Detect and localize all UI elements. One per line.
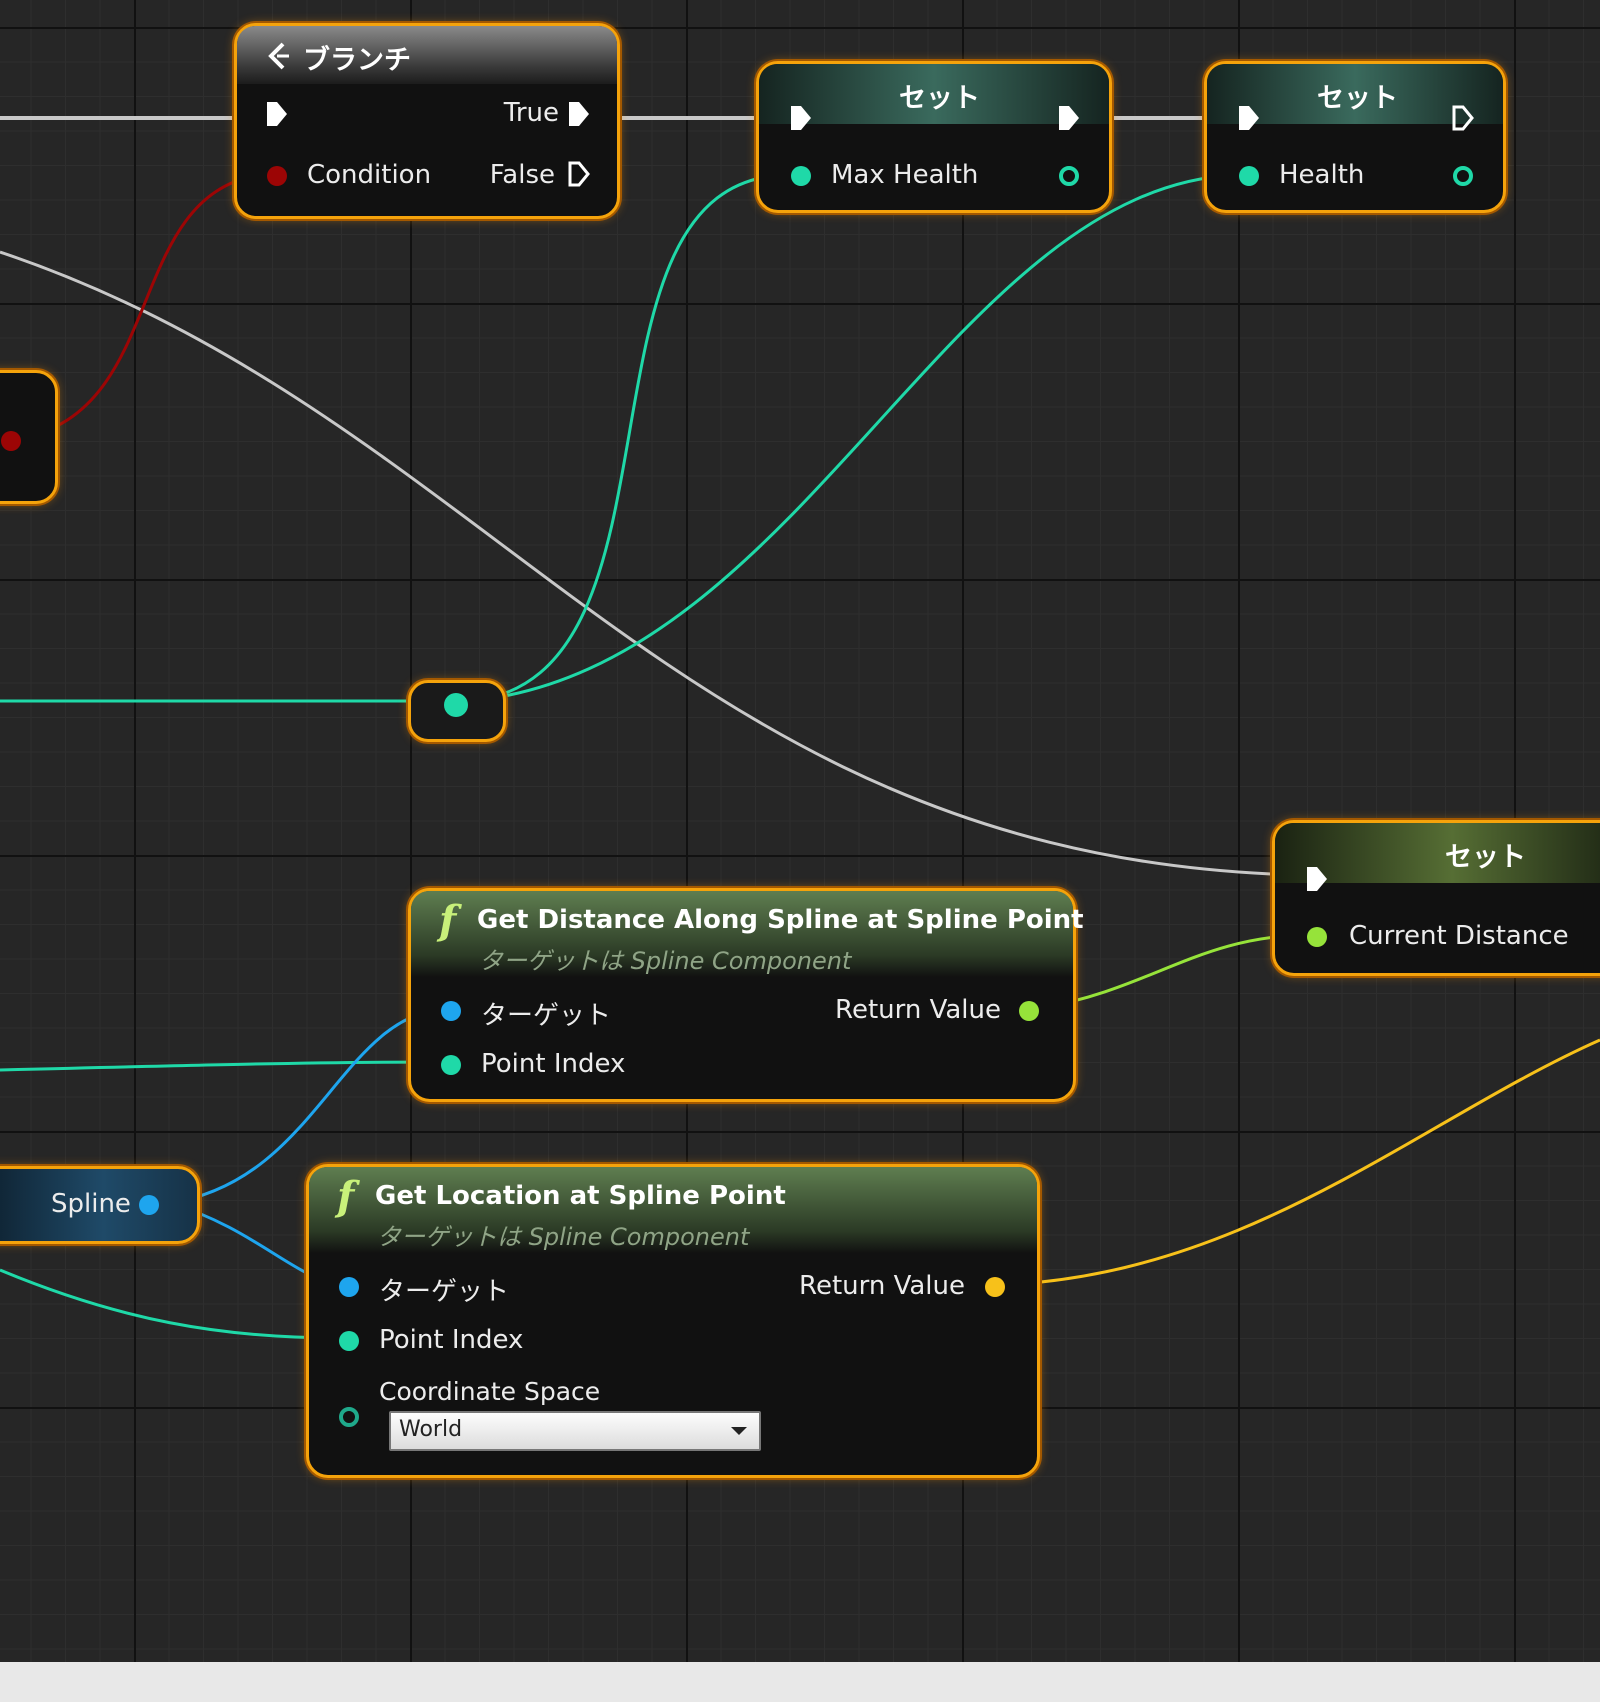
set-max-health-node[interactable]: セット Max Health — [756, 61, 1112, 213]
spline-label: Spline — [51, 1189, 131, 1219]
true-label: True — [503, 98, 559, 128]
false-exec-out-pin[interactable] — [567, 160, 591, 188]
branch-node[interactable]: ブランチ True Condition False — [234, 23, 620, 219]
spline-output-pin[interactable] — [139, 1195, 159, 1215]
function-icon: f — [439, 897, 457, 944]
spline-variable-node[interactable]: Spline — [0, 1166, 200, 1244]
current-distance-input-pin[interactable] — [1307, 927, 1327, 947]
reroute-node[interactable] — [408, 680, 506, 742]
set-health-node[interactable]: セット Health — [1204, 61, 1506, 213]
health-input-pin[interactable] — [1239, 166, 1259, 186]
set-current-distance-title: セット — [1445, 842, 1526, 873]
get-distance-title: Get Distance Along Spline at Spline Poin… — [477, 905, 1084, 935]
set-max-health-title: セット — [899, 83, 980, 114]
exec-in-pin[interactable] — [265, 100, 289, 128]
set-max-health-exec-in[interactable] — [789, 104, 813, 132]
get-location-header: f Get Location at Spline Point ターゲットは Sp… — [309, 1167, 1037, 1253]
get-location-return-label: Return Value — [799, 1271, 965, 1301]
int-wire-point-index-distance[interactable] — [0, 1060, 446, 1072]
get-location-at-spline-point-node[interactable]: f Get Location at Spline Point ターゲットは Sp… — [306, 1164, 1040, 1478]
get-location-target-pin[interactable] — [339, 1277, 359, 1297]
get-location-target-label: ターゲット — [379, 1277, 510, 1307]
coordinate-space-label: Coordinate Space — [379, 1377, 601, 1406]
coordinate-space-dropdown[interactable]: World — [389, 1411, 761, 1451]
get-distance-return-label: Return Value — [835, 995, 1001, 1025]
condition-pin[interactable] — [267, 166, 287, 186]
coordinate-space-value: World — [399, 1417, 463, 1442]
get-distance-subtitle: ターゲットは Spline Component — [479, 947, 852, 975]
set-current-distance-exec-in[interactable] — [1305, 865, 1329, 893]
get-distance-header: f Get Distance Along Spline at Spline Po… — [411, 891, 1084, 977]
partial-bool-node[interactable] — [0, 370, 58, 504]
get-location-subtitle: ターゲットは Spline Component — [377, 1223, 750, 1251]
branch-title: ブランチ — [303, 45, 411, 76]
blueprint-graph-canvas[interactable]: ブランチ True Condition False セット Max Health… — [0, 0, 1600, 1662]
branch-icon — [268, 42, 289, 70]
function-icon: f — [337, 1173, 355, 1220]
vector-wire-location-return[interactable] — [999, 1038, 1600, 1287]
get-distance-along-spline-node[interactable]: f Get Distance Along Spline at Spline Po… — [408, 888, 1084, 1102]
set-health-title: セット — [1317, 83, 1398, 114]
health-output-pin[interactable] — [1453, 166, 1473, 186]
partial-node-bool-output-pin[interactable] — [1, 431, 21, 451]
get-location-title: Get Location at Spline Point — [375, 1181, 786, 1211]
get-distance-target-pin[interactable] — [441, 1001, 461, 1021]
set-current-distance-node[interactable]: セット Current Distance — [1272, 820, 1600, 976]
get-location-point-index-pin[interactable] — [339, 1331, 359, 1351]
set-health-exec-in[interactable] — [1237, 104, 1261, 132]
coordinate-space-pin[interactable] — [339, 1407, 359, 1427]
int-wire-point-index-location[interactable] — [0, 1268, 341, 1340]
int-wire-reroute-to-health[interactable] — [469, 173, 1235, 703]
health-label: Health — [1279, 160, 1365, 190]
max-health-label: Max Health — [831, 160, 979, 190]
true-exec-out-pin[interactable] — [567, 100, 591, 128]
max-health-input-pin[interactable] — [791, 166, 811, 186]
get-location-point-index-label: Point Index — [379, 1325, 524, 1355]
condition-label: Condition — [307, 160, 432, 190]
branch-node-header: ブランチ — [237, 26, 617, 84]
current-distance-label: Current Distance — [1349, 921, 1569, 951]
chevron-down-icon — [731, 1427, 747, 1435]
set-health-exec-out[interactable] — [1451, 104, 1475, 132]
get-location-return-pin[interactable] — [985, 1277, 1005, 1297]
get-distance-point-index-pin[interactable] — [441, 1055, 461, 1075]
get-distance-point-index-label: Point Index — [481, 1049, 626, 1079]
float-wire-return-to-current-distance[interactable] — [1039, 933, 1311, 1010]
max-health-output-pin[interactable] — [1059, 166, 1079, 186]
exec-wire-to-set-current-distance[interactable] — [0, 250, 1301, 877]
set-max-health-exec-out[interactable] — [1057, 104, 1081, 132]
int-wire-reroute-to-max-health[interactable] — [469, 173, 787, 703]
false-label: False — [489, 160, 555, 190]
get-distance-target-label: ターゲット — [481, 1001, 612, 1031]
reroute-pin[interactable] — [444, 693, 468, 717]
get-distance-return-pin[interactable] — [1019, 1001, 1039, 1021]
